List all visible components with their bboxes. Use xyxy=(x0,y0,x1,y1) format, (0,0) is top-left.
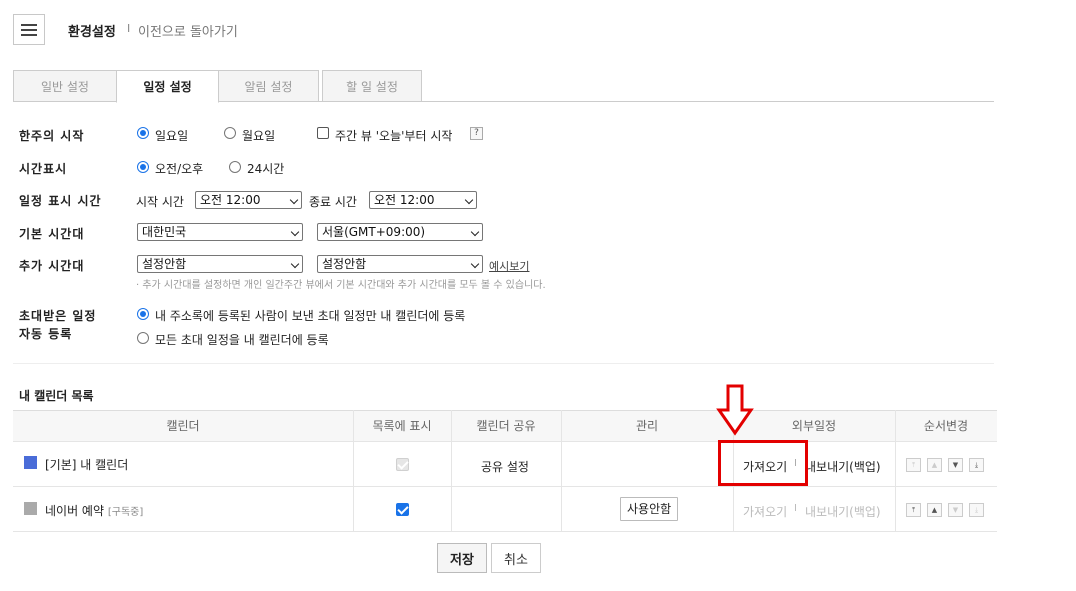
radio-invited-all[interactable] xyxy=(137,332,149,344)
option-invited-all: 모든 초대 일정을 내 캘린더에 등록 xyxy=(155,333,329,347)
calendar-color-swatch[interactable] xyxy=(24,456,37,469)
preview-link[interactable]: 예시보기 xyxy=(489,258,529,274)
end-time-label: 종료 시간 xyxy=(309,195,357,209)
menu-button[interactable] xyxy=(13,14,45,45)
chevron-down-icon xyxy=(464,195,474,205)
base-zone-select[interactable]: 서울(GMT+09:00) xyxy=(317,223,483,241)
move-top-icon[interactable]: ⤒ xyxy=(906,503,921,517)
show-in-list-checkbox xyxy=(396,458,409,471)
base-country-select[interactable]: 대한민국 xyxy=(137,223,303,241)
move-up-icon[interactable]: ▲ xyxy=(927,458,942,472)
extra-zone-value: 설정안함 xyxy=(322,257,367,271)
external-separator: I xyxy=(794,503,797,514)
chevron-down-icon xyxy=(290,227,300,237)
move-down-icon[interactable]: ▼ xyxy=(948,458,963,472)
red-down-arrow-icon xyxy=(716,384,754,436)
import-highlight-box xyxy=(718,440,808,486)
tab-todo[interactable]: 할 일 설정 xyxy=(322,70,422,102)
radio-sunday[interactable] xyxy=(137,127,149,139)
extra-timezone-note: · 추가 시간대를 설정하면 개인 일간주간 뷰에서 기본 시간대와 추가 시간… xyxy=(136,280,546,291)
time-display-label: 시간표시 xyxy=(19,162,68,176)
header-show: 목록에 표시 xyxy=(372,419,432,433)
start-time-select[interactable]: 오전 12:00 xyxy=(195,191,302,209)
table-header: 캘린더 목록에 표시 캘린더 공유 관리 외부일정 순서변경 xyxy=(13,410,997,442)
extra-country-value: 설정안함 xyxy=(142,257,187,271)
end-time-value: 오전 12:00 xyxy=(374,193,435,207)
show-in-list-checkbox[interactable] xyxy=(396,503,409,516)
export-link: 내보내기(백업) xyxy=(805,505,881,519)
chevron-down-icon xyxy=(470,259,480,269)
option-invited-contacts: 내 주소록에 등록된 사람이 보낸 초대 일정만 내 캘린더에 등록 xyxy=(155,309,466,323)
move-bottom-icon[interactable]: ⤓ xyxy=(969,458,984,472)
tab-schedule[interactable]: 일정 설정 xyxy=(116,70,219,103)
header-calendar: 캘린더 xyxy=(166,419,200,433)
calendar-color-swatch[interactable] xyxy=(24,502,37,515)
chevron-down-icon xyxy=(290,259,300,269)
radio-ampm[interactable] xyxy=(137,161,149,173)
base-timezone-label: 기본 시간대 xyxy=(19,227,85,241)
subscribed-tag: [구독중] xyxy=(107,507,144,518)
header-order: 순서변경 xyxy=(923,419,969,433)
move-top-icon[interactable]: ⤒ xyxy=(906,458,921,472)
import-link: 가져오기 xyxy=(743,505,788,519)
share-settings-link[interactable]: 공유 설정 xyxy=(481,458,529,475)
move-down-icon[interactable]: ▼ xyxy=(948,503,963,517)
invited-label-line1: 초대받은 일정 xyxy=(19,309,97,323)
title-separator: I xyxy=(127,22,131,35)
extra-timezone-label: 추가 시간대 xyxy=(19,259,85,273)
chevron-down-icon xyxy=(470,227,480,237)
invited-label-line2: 자동 등록 xyxy=(19,327,73,341)
tab-general[interactable]: 일반 설정 xyxy=(13,70,117,102)
section-divider xyxy=(13,363,994,364)
help-icon[interactable]: ? xyxy=(470,127,483,140)
option-sunday: 일요일 xyxy=(155,129,189,143)
option-ampm: 오전/오후 xyxy=(155,162,204,176)
page-title: 환경설정 xyxy=(68,25,116,40)
export-link[interactable]: 내보내기(백업) xyxy=(805,458,881,475)
header-external: 외부일정 xyxy=(791,419,837,433)
weekly-today-label: 주간 뷰 '오늘'부터 시작 xyxy=(335,129,453,143)
calendar-list-title: 내 캘린더 목록 xyxy=(19,389,94,403)
table-row: 네이버 예약 [구독중] 사용안함 가져오기 I 내보내기(백업) ⤒ ▲ ▼ … xyxy=(13,487,997,532)
move-bottom-icon[interactable]: ⤓ xyxy=(969,503,984,517)
base-zone-value: 서울(GMT+09:00) xyxy=(322,225,426,239)
option-monday: 월요일 xyxy=(242,129,276,143)
chevron-down-icon xyxy=(289,195,299,205)
calendar-name[interactable]: [기본] 내 캘린더 xyxy=(45,456,128,473)
radio-invited-contacts[interactable] xyxy=(137,308,149,320)
base-country-value: 대한민국 xyxy=(142,225,187,239)
radio-24h[interactable] xyxy=(229,161,241,173)
extra-zone-select[interactable]: 설정안함 xyxy=(317,255,483,273)
calendar-name: 네이버 예약 xyxy=(45,504,105,518)
hamburger-icon xyxy=(21,23,37,26)
end-time-select[interactable]: 오전 12:00 xyxy=(369,191,477,209)
move-up-icon[interactable]: ▲ xyxy=(927,503,942,517)
start-time-label: 시작 시간 xyxy=(136,195,184,209)
calendar-name-group[interactable]: 네이버 예약 [구독중] xyxy=(45,502,143,519)
option-24h: 24시간 xyxy=(247,162,285,176)
extra-country-select[interactable]: 설정안함 xyxy=(137,255,303,273)
week-start-label: 한주의 시작 xyxy=(19,129,85,143)
display-time-label: 일정 표시 시간 xyxy=(19,194,102,208)
header-manage: 관리 xyxy=(635,419,659,433)
back-link[interactable]: 이전으로 돌아가기 xyxy=(138,21,238,40)
tab-notification[interactable]: 알림 설정 xyxy=(218,70,319,102)
weekly-today-checkbox[interactable] xyxy=(317,127,329,139)
start-time-value: 오전 12:00 xyxy=(200,193,261,207)
table-row: [기본] 내 캘린더 공유 설정 가져오기 I 내보내기(백업) ⤒ ▲ ▼ ⤓ xyxy=(13,442,997,487)
save-button[interactable]: 저장 xyxy=(437,543,487,573)
cancel-button[interactable]: 취소 xyxy=(491,543,541,573)
header-share: 캘린더 공유 xyxy=(476,419,536,433)
radio-monday[interactable] xyxy=(224,127,236,139)
disable-button[interactable]: 사용안함 xyxy=(620,497,679,521)
